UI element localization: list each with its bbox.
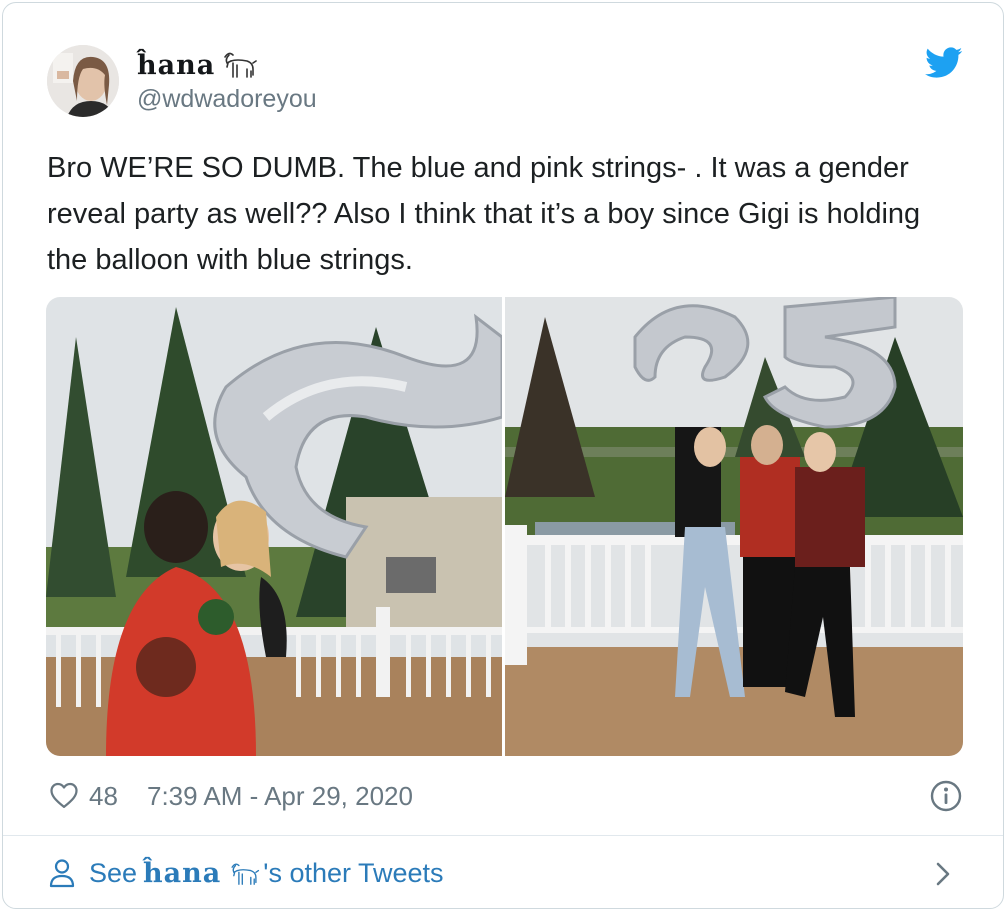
- user-handle[interactable]: @wdwadoreyou: [137, 85, 317, 114]
- goat-icon: [227, 860, 261, 888]
- see-prefix: See: [89, 858, 138, 888]
- tweet-timestamp[interactable]: 7:39 AM - Apr 29, 2020: [147, 781, 413, 812]
- display-name[interactable]: ĥana: [137, 47, 259, 83]
- see-suffix: 's other Tweets: [263, 858, 444, 888]
- display-name-text: ĥana: [137, 49, 216, 81]
- photo-hug-balloon[interactable]: [46, 297, 502, 756]
- avatar[interactable]: [47, 45, 119, 117]
- photo-group-balloons[interactable]: [505, 297, 963, 756]
- tweet-footer: 48 7:39 AM - Apr 29, 2020: [47, 775, 967, 819]
- twitter-bird-icon[interactable]: [925, 47, 963, 79]
- person-icon: [49, 858, 75, 888]
- info-icon[interactable]: [929, 779, 963, 813]
- like-count[interactable]: 48: [89, 781, 118, 812]
- tweet-text: Bro WE’RE SO DUMB. The blue and pink str…: [47, 152, 921, 276]
- see-other-tweets-link[interactable]: See ĥana 's other Tweets: [3, 836, 1003, 908]
- tweet-card: ĥana @wdwadoreyou Bro WE’RE SO DUMB. The…: [2, 2, 1004, 909]
- see-other-tweets-label: See ĥana 's other Tweets: [89, 858, 444, 889]
- chevron-right-icon[interactable]: [933, 860, 953, 888]
- tweet-media[interactable]: [46, 297, 963, 756]
- heart-icon[interactable]: [49, 781, 79, 809]
- goat-icon: [219, 49, 259, 81]
- see-name: ĥana: [143, 858, 222, 889]
